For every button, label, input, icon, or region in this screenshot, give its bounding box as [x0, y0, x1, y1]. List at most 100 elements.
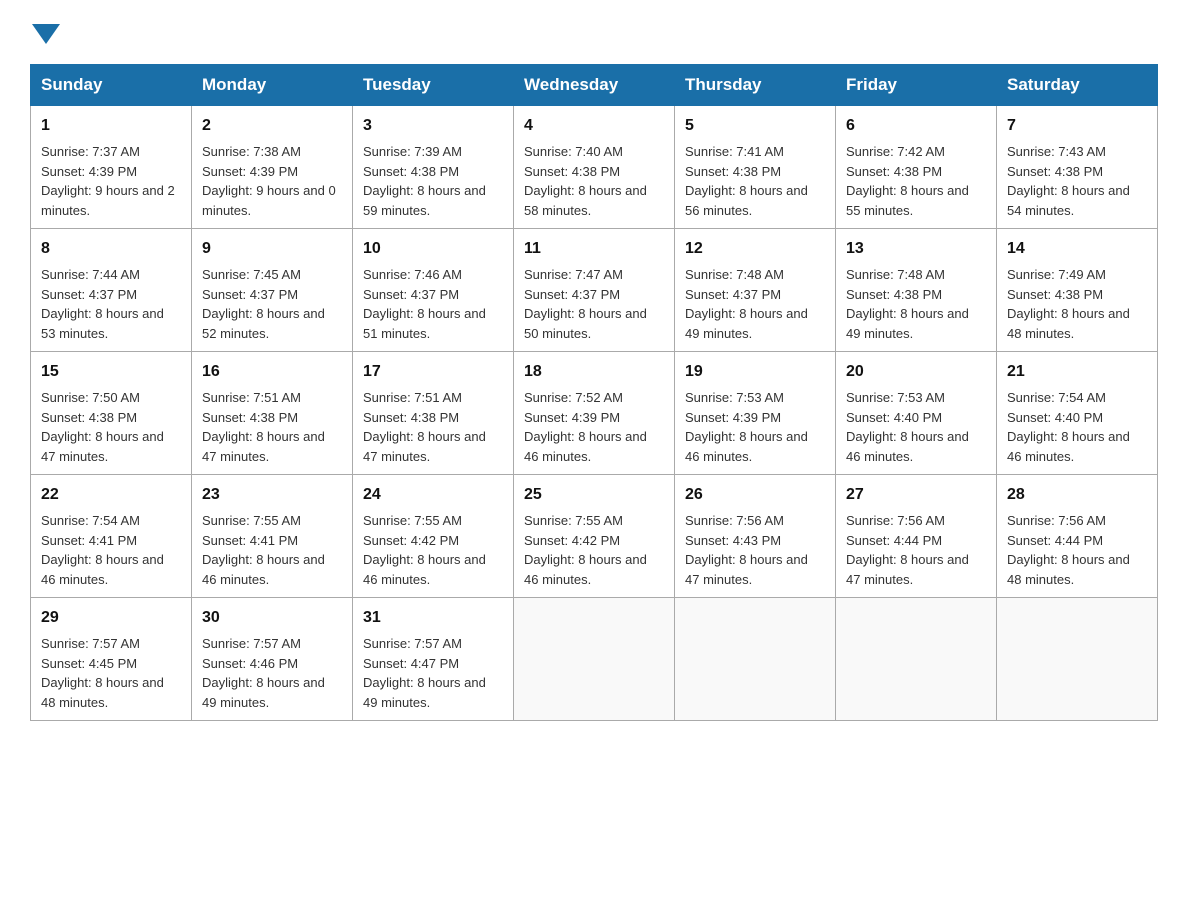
day-info: Sunrise: 7:54 AMSunset: 4:40 PMDaylight:… — [1007, 388, 1147, 466]
day-info: Sunrise: 7:48 AMSunset: 4:37 PMDaylight:… — [685, 265, 825, 343]
day-info: Sunrise: 7:44 AMSunset: 4:37 PMDaylight:… — [41, 265, 181, 343]
calendar-day-cell: 7 Sunrise: 7:43 AMSunset: 4:38 PMDaylight… — [997, 106, 1158, 229]
calendar-day-cell: 20 Sunrise: 7:53 AMSunset: 4:40 PMDayligh… — [836, 352, 997, 475]
calendar-week-row: 15 Sunrise: 7:50 AMSunset: 4:38 PMDayligh… — [31, 352, 1158, 475]
day-number: 18 — [524, 360, 664, 384]
calendar-day-cell: 2 Sunrise: 7:38 AMSunset: 4:39 PMDaylight… — [192, 106, 353, 229]
day-number: 12 — [685, 237, 825, 261]
day-info: Sunrise: 7:47 AMSunset: 4:37 PMDaylight:… — [524, 265, 664, 343]
calendar-day-cell: 8Sunrise: 7:44 AMSunset: 4:37 PMDaylight… — [31, 229, 192, 352]
day-number: 16 — [202, 360, 342, 384]
day-number: 24 — [363, 483, 503, 507]
calendar-day-cell: 19Sunrise: 7:53 AMSunset: 4:39 PMDayligh… — [675, 352, 836, 475]
day-info: Sunrise: 7:57 AMSunset: 4:45 PMDaylight:… — [41, 634, 181, 712]
calendar-week-row: 29Sunrise: 7:57 AMSunset: 4:45 PMDayligh… — [31, 598, 1158, 721]
logo-triangle-icon — [32, 24, 60, 44]
calendar-header-row: SundayMondayTuesdayWednesdayThursdayFrid… — [31, 65, 1158, 106]
day-number: 30 — [202, 606, 342, 630]
day-number: 31 — [363, 606, 503, 630]
calendar-day-cell: 24 Sunrise: 7:55 AMSunset: 4:42 PMDayligh… — [353, 475, 514, 598]
calendar-day-cell: 1Sunrise: 7:37 AMSunset: 4:39 PMDaylight… — [31, 106, 192, 229]
calendar-day-cell: 12 Sunrise: 7:48 AMSunset: 4:37 PMDayligh… — [675, 229, 836, 352]
day-info: Sunrise: 7:48 AMSunset: 4:38 PMDaylight:… — [846, 265, 986, 343]
day-info: Sunrise: 7:54 AMSunset: 4:41 PMDaylight:… — [41, 511, 181, 589]
calendar-day-cell: 10Sunrise: 7:46 AMSunset: 4:37 PMDayligh… — [353, 229, 514, 352]
day-info: Sunrise: 7:57 AMSunset: 4:47 PMDaylight:… — [363, 634, 503, 712]
day-number: 21 — [1007, 360, 1147, 384]
calendar-day-cell: 25 Sunrise: 7:55 AMSunset: 4:42 PMDayligh… — [514, 475, 675, 598]
day-of-week-header: Monday — [192, 65, 353, 106]
calendar-day-cell: 27 Sunrise: 7:56 AMSunset: 4:44 PMDayligh… — [836, 475, 997, 598]
day-of-week-header: Wednesday — [514, 65, 675, 106]
day-info: Sunrise: 7:41 AMSunset: 4:38 PMDaylight:… — [685, 142, 825, 220]
day-info: Sunrise: 7:56 AMSunset: 4:43 PMDaylight:… — [685, 511, 825, 589]
calendar-day-cell: 17 Sunrise: 7:51 AMSunset: 4:38 PMDayligh… — [353, 352, 514, 475]
day-info: Sunrise: 7:55 AMSunset: 4:42 PMDaylight:… — [524, 511, 664, 589]
day-number: 25 — [524, 483, 664, 507]
day-info: Sunrise: 7:38 AMSunset: 4:39 PMDaylight:… — [202, 142, 342, 220]
calendar-week-row: 8Sunrise: 7:44 AMSunset: 4:37 PMDaylight… — [31, 229, 1158, 352]
calendar-day-cell: 4 Sunrise: 7:40 AMSunset: 4:38 PMDaylight… — [514, 106, 675, 229]
calendar-week-row: 22 Sunrise: 7:54 AMSunset: 4:41 PMDayligh… — [31, 475, 1158, 598]
calendar-day-cell: 28 Sunrise: 7:56 AMSunset: 4:44 PMDayligh… — [997, 475, 1158, 598]
day-number: 17 — [363, 360, 503, 384]
day-info: Sunrise: 7:51 AMSunset: 4:38 PMDaylight:… — [202, 388, 342, 466]
calendar-day-cell: 13 Sunrise: 7:48 AMSunset: 4:38 PMDayligh… — [836, 229, 997, 352]
day-info: Sunrise: 7:55 AMSunset: 4:42 PMDaylight:… — [363, 511, 503, 589]
calendar-day-cell: 14 Sunrise: 7:49 AMSunset: 4:38 PMDayligh… — [997, 229, 1158, 352]
day-number: 1 — [41, 114, 181, 138]
calendar-table: SundayMondayTuesdayWednesdayThursdayFrid… — [30, 64, 1158, 721]
day-number: 22 — [41, 483, 181, 507]
calendar-day-cell: 29Sunrise: 7:57 AMSunset: 4:45 PMDayligh… — [31, 598, 192, 721]
day-of-week-header: Saturday — [997, 65, 1158, 106]
calendar-day-cell: 5 Sunrise: 7:41 AMSunset: 4:38 PMDaylight… — [675, 106, 836, 229]
calendar-day-cell: 9Sunrise: 7:45 AMSunset: 4:37 PMDaylight… — [192, 229, 353, 352]
calendar-day-cell: 21 Sunrise: 7:54 AMSunset: 4:40 PMDayligh… — [997, 352, 1158, 475]
day-info: Sunrise: 7:42 AMSunset: 4:38 PMDaylight:… — [846, 142, 986, 220]
day-number: 9 — [202, 237, 342, 261]
calendar-day-cell: 31 Sunrise: 7:57 AMSunset: 4:47 PMDayligh… — [353, 598, 514, 721]
calendar-day-cell — [836, 598, 997, 721]
day-info: Sunrise: 7:52 AMSunset: 4:39 PMDaylight:… — [524, 388, 664, 466]
logo — [30, 20, 62, 44]
day-info: Sunrise: 7:57 AMSunset: 4:46 PMDaylight:… — [202, 634, 342, 712]
day-number: 19 — [685, 360, 825, 384]
calendar-day-cell: 30 Sunrise: 7:57 AMSunset: 4:46 PMDayligh… — [192, 598, 353, 721]
day-info: Sunrise: 7:40 AMSunset: 4:38 PMDaylight:… — [524, 142, 664, 220]
day-number: 11 — [524, 237, 664, 261]
calendar-day-cell: 3 Sunrise: 7:39 AMSunset: 4:38 PMDaylight… — [353, 106, 514, 229]
day-of-week-header: Thursday — [675, 65, 836, 106]
day-info: Sunrise: 7:56 AMSunset: 4:44 PMDaylight:… — [846, 511, 986, 589]
day-number: 5 — [685, 114, 825, 138]
day-info: Sunrise: 7:53 AMSunset: 4:40 PMDaylight:… — [846, 388, 986, 466]
day-info: Sunrise: 7:43 AMSunset: 4:38 PMDaylight:… — [1007, 142, 1147, 220]
day-number: 15 — [41, 360, 181, 384]
day-info: Sunrise: 7:55 AMSunset: 4:41 PMDaylight:… — [202, 511, 342, 589]
calendar-day-cell: 11 Sunrise: 7:47 AMSunset: 4:37 PMDayligh… — [514, 229, 675, 352]
day-info: Sunrise: 7:51 AMSunset: 4:38 PMDaylight:… — [363, 388, 503, 466]
day-number: 26 — [685, 483, 825, 507]
day-info: Sunrise: 7:39 AMSunset: 4:38 PMDaylight:… — [363, 142, 503, 220]
day-of-week-header: Sunday — [31, 65, 192, 106]
calendar-day-cell: 18 Sunrise: 7:52 AMSunset: 4:39 PMDayligh… — [514, 352, 675, 475]
day-number: 28 — [1007, 483, 1147, 507]
calendar-day-cell: 22 Sunrise: 7:54 AMSunset: 4:41 PMDayligh… — [31, 475, 192, 598]
day-number: 2 — [202, 114, 342, 138]
day-number: 20 — [846, 360, 986, 384]
day-info: Sunrise: 7:50 AMSunset: 4:38 PMDaylight:… — [41, 388, 181, 466]
calendar-day-cell — [997, 598, 1158, 721]
day-number: 27 — [846, 483, 986, 507]
day-number: 23 — [202, 483, 342, 507]
day-info: Sunrise: 7:46 AMSunset: 4:37 PMDaylight:… — [363, 265, 503, 343]
day-number: 6 — [846, 114, 986, 138]
day-info: Sunrise: 7:56 AMSunset: 4:44 PMDaylight:… — [1007, 511, 1147, 589]
day-number: 3 — [363, 114, 503, 138]
day-info: Sunrise: 7:49 AMSunset: 4:38 PMDaylight:… — [1007, 265, 1147, 343]
day-number: 13 — [846, 237, 986, 261]
day-number: 7 — [1007, 114, 1147, 138]
calendar-day-cell: 26 Sunrise: 7:56 AMSunset: 4:43 PMDayligh… — [675, 475, 836, 598]
day-number: 14 — [1007, 237, 1147, 261]
day-number: 4 — [524, 114, 664, 138]
calendar-day-cell — [675, 598, 836, 721]
page-header — [30, 20, 1158, 44]
